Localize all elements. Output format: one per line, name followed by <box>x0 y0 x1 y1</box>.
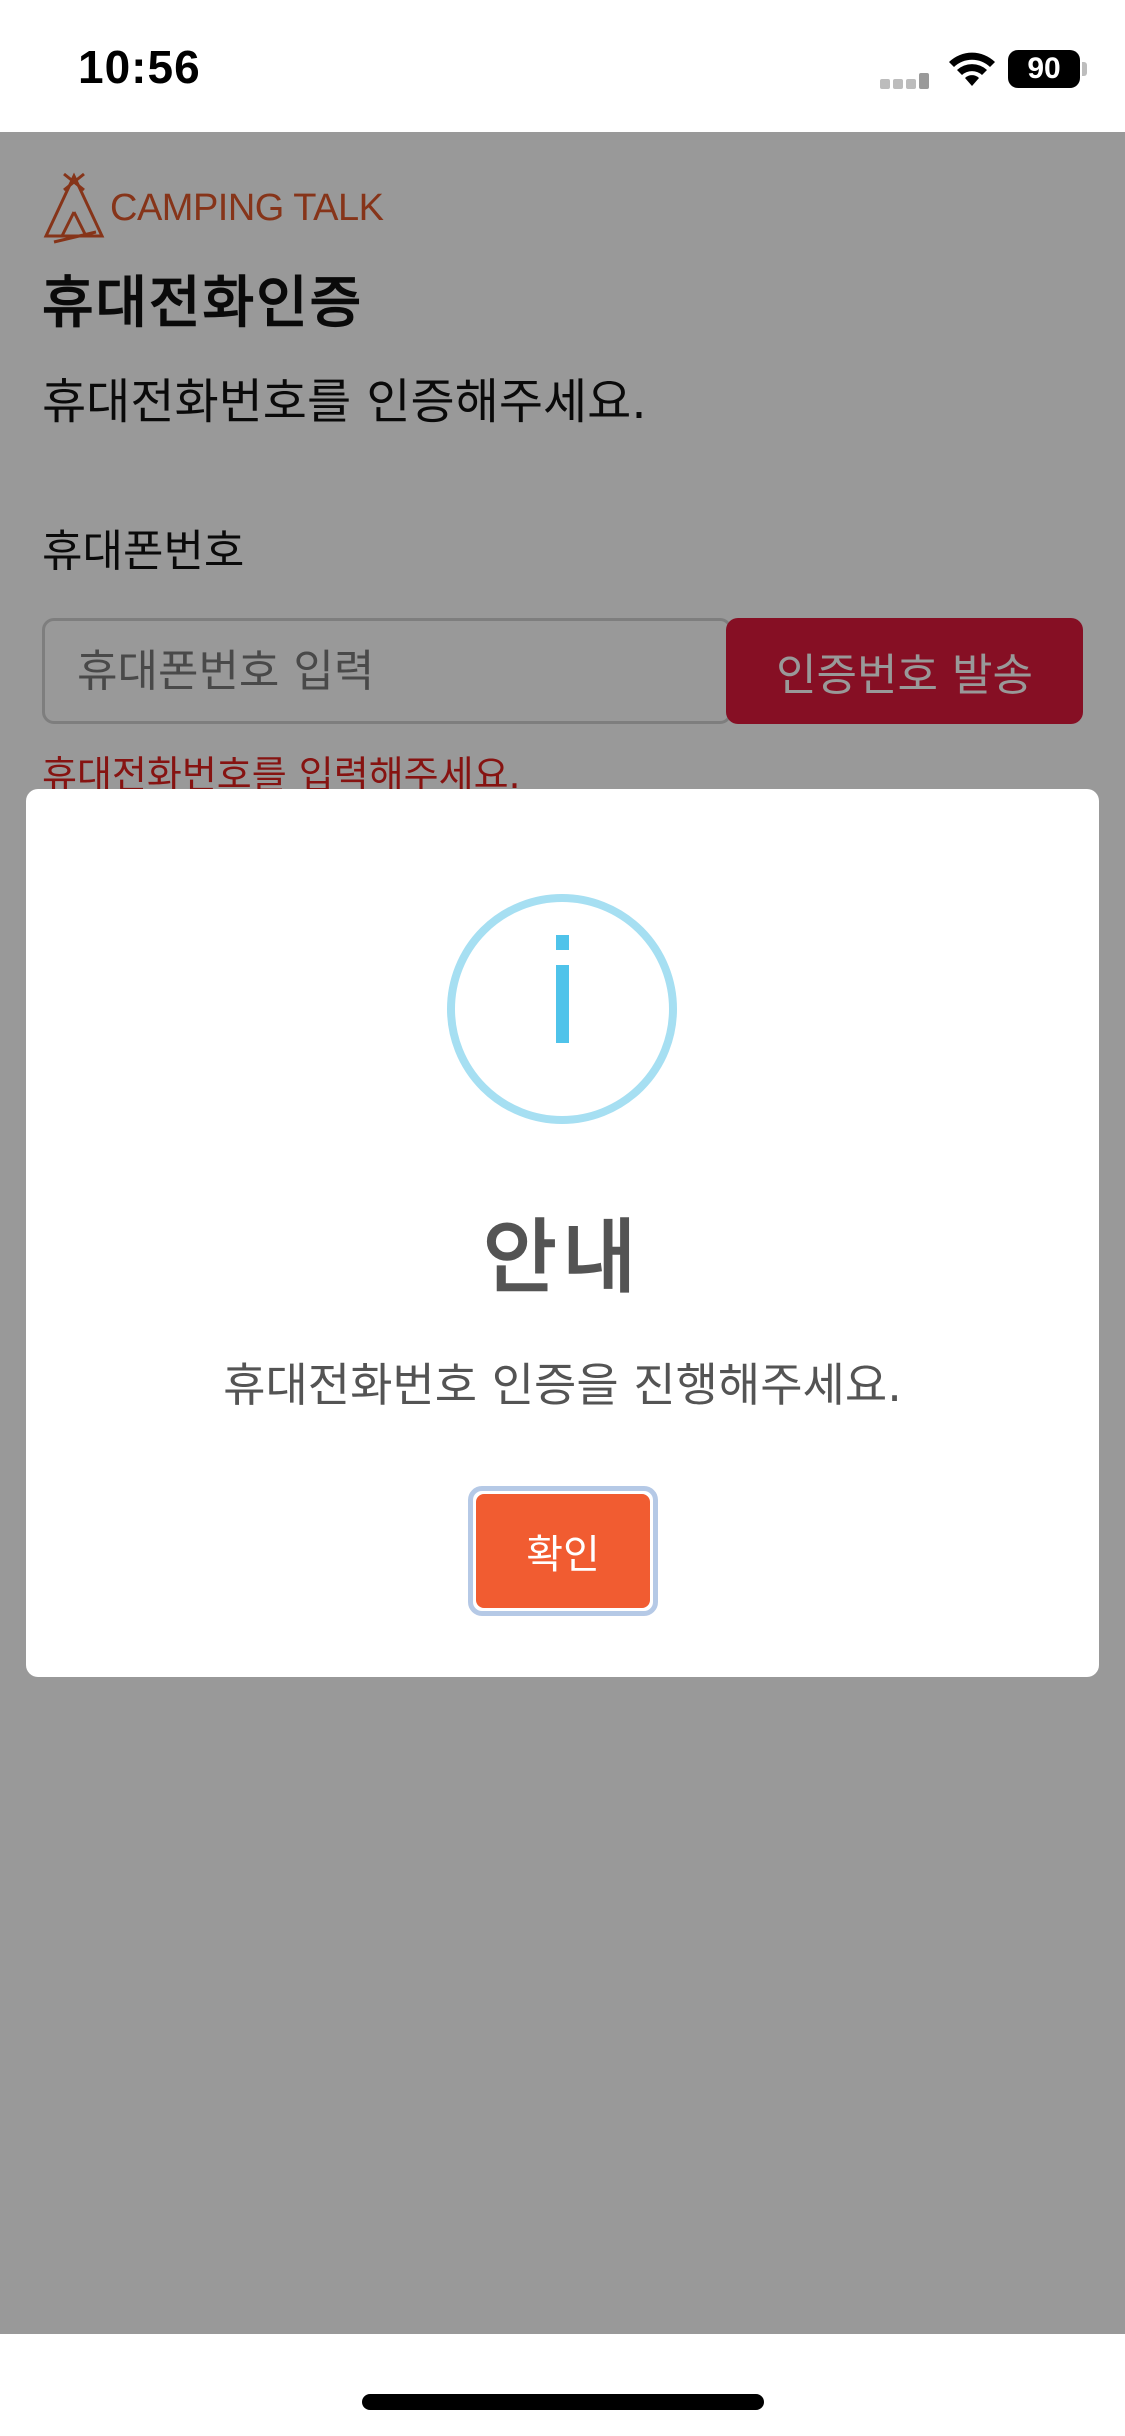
battery-icon: 90 <box>1008 50 1080 88</box>
wifi-icon <box>949 52 995 86</box>
alert-modal: 안내 휴대전화번호 인증을 진행해주세요. 확인 <box>26 789 1099 1677</box>
cellular-signal-icon <box>880 70 935 89</box>
modal-message: 휴대전화번호 인증을 진행해주세요. <box>223 1358 902 1412</box>
info-icon <box>447 894 677 1124</box>
home-indicator[interactable] <box>362 2394 764 2410</box>
confirm-button[interactable]: 확인 <box>476 1494 650 1608</box>
status-time: 10:56 <box>78 41 201 93</box>
battery-cap <box>1082 62 1087 76</box>
status-bar: 10:56 90 <box>0 0 1125 132</box>
modal-title: 안내 <box>482 1211 643 1304</box>
home-indicator-area <box>0 2334 1125 2436</box>
